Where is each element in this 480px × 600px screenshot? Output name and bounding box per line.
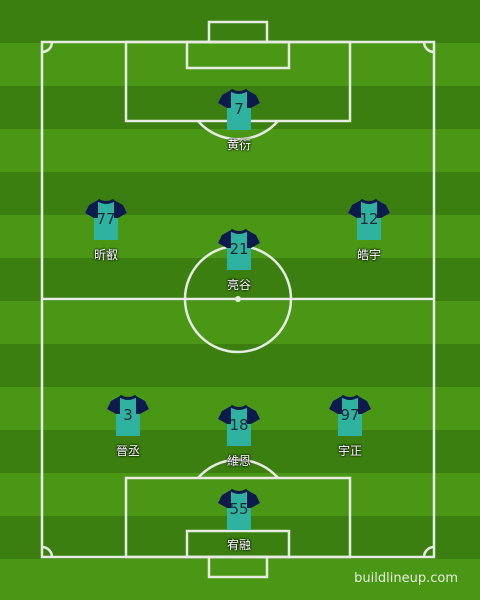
player-name: 黄衍 (226, 138, 251, 152)
player-number: 18 (229, 416, 249, 434)
player-number: 3 (123, 406, 133, 424)
player-number: 21 (229, 240, 249, 258)
player-number: 12 (359, 210, 379, 228)
player-marker[interactable]: 7 黄衍 (209, 88, 269, 158)
player-name: 晉丞 (115, 444, 140, 458)
player-marker[interactable]: 55 宥融 (209, 488, 269, 558)
player-number: 7 (234, 100, 244, 118)
player-name: 宇正 (337, 444, 362, 458)
football-pitch: 7 黄衍 77 昕叡 21 亮谷 12 皓宇 3 晉丞 18 維恩 97 宇正 … (0, 0, 480, 600)
watermark: buildlineup.com (354, 571, 458, 586)
player-marker[interactable]: 18 維恩 (209, 404, 269, 474)
player-name: 維恩 (226, 454, 251, 468)
player-marker[interactable]: 97 宇正 (320, 394, 380, 464)
player-marker[interactable]: 12 皓宇 (339, 198, 399, 268)
player-name: 皓宇 (356, 248, 381, 262)
player-marker[interactable]: 3 晉丞 (98, 394, 158, 464)
player-name: 宥融 (226, 538, 251, 552)
player-number: 77 (96, 210, 116, 228)
player-name: 亮谷 (226, 278, 251, 292)
player-number: 55 (229, 500, 249, 518)
player-name: 昕叡 (93, 248, 118, 262)
player-marker[interactable]: 77 昕叡 (76, 198, 136, 268)
player-number: 97 (340, 406, 360, 424)
player-marker[interactable]: 21 亮谷 (209, 228, 269, 298)
